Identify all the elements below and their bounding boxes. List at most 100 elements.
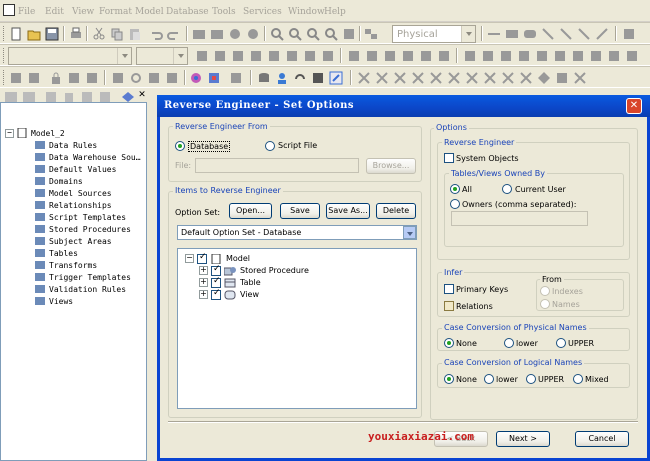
- logical-lower-radio[interactable]: [484, 374, 494, 384]
- layout-6-icon[interactable]: [552, 48, 568, 64]
- link-4-icon[interactable]: [594, 26, 610, 42]
- tree-item[interactable]: Views: [35, 295, 73, 307]
- items-tree-node[interactable]: + Stored Procedure: [199, 264, 309, 276]
- tree-root[interactable]: − Model_2: [5, 127, 65, 139]
- expand-icon[interactable]: +: [199, 278, 208, 287]
- tool-13-icon[interactable]: [410, 70, 426, 86]
- italic-icon[interactable]: [212, 48, 228, 64]
- align-center-icon[interactable]: [364, 48, 380, 64]
- next-button[interactable]: Next >: [496, 431, 550, 447]
- menu-help[interactable]: Help: [324, 7, 346, 17]
- align-top-icon[interactable]: [400, 48, 416, 64]
- tree-item[interactable]: Data Warehouse Sou…: [35, 151, 141, 163]
- align-left-icon[interactable]: [346, 48, 362, 64]
- zoom-out-icon[interactable]: [287, 26, 303, 42]
- tree-item[interactable]: Validation Rules: [35, 283, 126, 295]
- table-tool-icon[interactable]: [504, 26, 520, 42]
- infer-indexes-radio[interactable]: [540, 286, 550, 296]
- model-type-icon[interactable]: [363, 26, 379, 42]
- save-icon[interactable]: [44, 26, 60, 42]
- items-tree-root[interactable]: − Model: [185, 252, 250, 264]
- tool-3-icon[interactable]: [66, 70, 82, 86]
- align-right-icon[interactable]: [382, 48, 398, 64]
- user-icon[interactable]: [274, 70, 290, 86]
- logical-mixed-radio[interactable]: [573, 374, 583, 384]
- font-select[interactable]: [8, 47, 132, 65]
- strike-icon[interactable]: [248, 48, 264, 64]
- tree-item[interactable]: Stored Procedures: [35, 223, 131, 235]
- collapse-icon[interactable]: −: [185, 254, 194, 263]
- tool-1-icon[interactable]: [8, 70, 24, 86]
- physical-none-radio[interactable]: [444, 338, 454, 348]
- tree-item[interactable]: Script Templates: [35, 211, 126, 223]
- items-tree-node[interactable]: + Table: [199, 276, 261, 288]
- zoom-actual-icon[interactable]: [323, 26, 339, 42]
- script-file-radio[interactable]: [265, 141, 275, 151]
- collapse-icon[interactable]: −: [5, 128, 14, 138]
- view-icon[interactable]: [209, 26, 225, 42]
- relationship-icon[interactable]: [486, 26, 502, 42]
- note-icon[interactable]: [621, 26, 637, 42]
- menu-format[interactable]: Format: [99, 7, 132, 17]
- color-tool-icon[interactable]: [188, 70, 204, 86]
- db-icon[interactable]: [256, 70, 272, 86]
- menu-file[interactable]: File: [18, 7, 35, 17]
- circle-tool-2-icon[interactable]: [245, 26, 261, 42]
- layout-7-icon[interactable]: [570, 48, 586, 64]
- diamond-icon[interactable]: [536, 70, 552, 86]
- entity-icon[interactable]: [191, 26, 207, 42]
- open-button[interactable]: Open...: [229, 203, 272, 219]
- zoom-fit-icon[interactable]: [305, 26, 321, 42]
- infer-names-radio[interactable]: [540, 299, 550, 309]
- menu-view[interactable]: View: [72, 7, 94, 17]
- view-tool-icon[interactable]: [522, 26, 538, 42]
- tree-item[interactable]: Transforms: [35, 259, 97, 271]
- refresh-icon[interactable]: [128, 70, 144, 86]
- tree-item[interactable]: Relationships: [35, 199, 112, 211]
- layout-icon[interactable]: [462, 48, 478, 64]
- logical-upper-radio[interactable]: [526, 374, 536, 384]
- close-icon[interactable]: ✕: [626, 98, 642, 114]
- tool-18-icon[interactable]: [500, 70, 516, 86]
- model-checkbox[interactable]: [197, 252, 207, 264]
- tree-item[interactable]: Model Sources: [35, 187, 112, 199]
- layout-3-icon[interactable]: [498, 48, 514, 64]
- line-color-icon[interactable]: [302, 48, 318, 64]
- tool-6-icon[interactable]: [146, 70, 162, 86]
- tool-17-icon[interactable]: [482, 70, 498, 86]
- lock-icon[interactable]: [48, 70, 64, 86]
- tool-9-icon[interactable]: [310, 70, 326, 86]
- menu-tools[interactable]: Tools: [212, 7, 236, 17]
- layout-2-icon[interactable]: [480, 48, 496, 64]
- circle-tool-icon[interactable]: [227, 26, 243, 42]
- layout-8-icon[interactable]: [588, 48, 604, 64]
- owner-current-user-radio[interactable]: [502, 184, 512, 194]
- copy-icon[interactable]: [109, 26, 125, 42]
- tool-2-icon[interactable]: [26, 70, 42, 86]
- save-button[interactable]: Save: [280, 203, 320, 219]
- align-bottom-icon[interactable]: [418, 48, 434, 64]
- redo-icon[interactable]: [166, 26, 182, 42]
- owner-all-radio[interactable]: [450, 184, 460, 194]
- stored-procedure-checkbox[interactable]: [211, 264, 221, 276]
- paste-icon[interactable]: [127, 26, 143, 42]
- expand-icon[interactable]: +: [199, 266, 208, 275]
- items-tree-node[interactable]: + View: [199, 288, 259, 300]
- tree-item[interactable]: Default Values: [35, 163, 116, 175]
- zoom-in-icon[interactable]: [269, 26, 285, 42]
- link-3-icon[interactable]: [576, 26, 592, 42]
- open-icon[interactable]: [26, 26, 42, 42]
- palette-icon[interactable]: [206, 70, 222, 86]
- table-checkbox[interactable]: [211, 276, 221, 288]
- tool-12-icon[interactable]: [392, 70, 408, 86]
- line-weight-icon[interactable]: [320, 48, 336, 64]
- owner-list-radio[interactable]: [450, 199, 460, 209]
- browse-button[interactable]: Browse...: [366, 158, 416, 174]
- tree-item[interactable]: Trigger Templates: [35, 271, 131, 283]
- menu-model[interactable]: Model: [135, 7, 164, 17]
- tree-item[interactable]: Tables: [35, 247, 78, 259]
- menu-edit[interactable]: Edit: [45, 7, 64, 17]
- undo-icon[interactable]: [148, 26, 164, 42]
- print-icon[interactable]: [68, 26, 84, 42]
- grid-icon[interactable]: [341, 26, 357, 42]
